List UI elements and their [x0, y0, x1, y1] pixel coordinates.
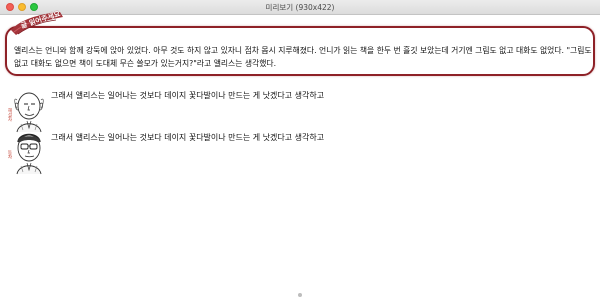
glasses-man-portrait-icon: 동자 [5, 130, 47, 180]
dialogue-text: 그래서 앨리스는 일어나는 것보다 데이지 꽃다발이나 만드는 게 낫겠다고 생… [51, 133, 325, 142]
stamp-badge: 글 읽어주세요 [8, 8, 66, 38]
speaker-caption: 해설자 [7, 108, 12, 122]
resize-handle[interactable] [296, 282, 304, 297]
dialogue-text: 그래서 앨리스는 일어나는 것보다 데이지 꽃다발이나 만드는 게 낫겠다고 생… [51, 91, 325, 100]
speaker-caption: 동자 [7, 150, 12, 159]
dialogue-row: 동자 그래서 앨리스는 일어나는 것보다 데이지 꽃다발이나 만드는 게 낫겠다… [5, 130, 595, 176]
notice-box: 앨리스는 언니와 함께 강둑에 앉아 있었다. 아무 것도 하지 않고 있자니 … [5, 26, 595, 76]
notice-text: 앨리스는 언니와 함께 강둑에 앉아 있었다. 아무 것도 하지 않고 있자니 … [14, 46, 592, 68]
window-titlebar: 미리보기 (930x422) [0, 0, 600, 15]
resize-grip-icon [298, 293, 302, 297]
dialogue-row: 해설자 그래서 앨리스는 일어나는 것보다 데이지 꽃다발이나 만드는 게 낫겠… [5, 88, 595, 134]
window-title: 미리보기 (930x422) [265, 3, 335, 12]
